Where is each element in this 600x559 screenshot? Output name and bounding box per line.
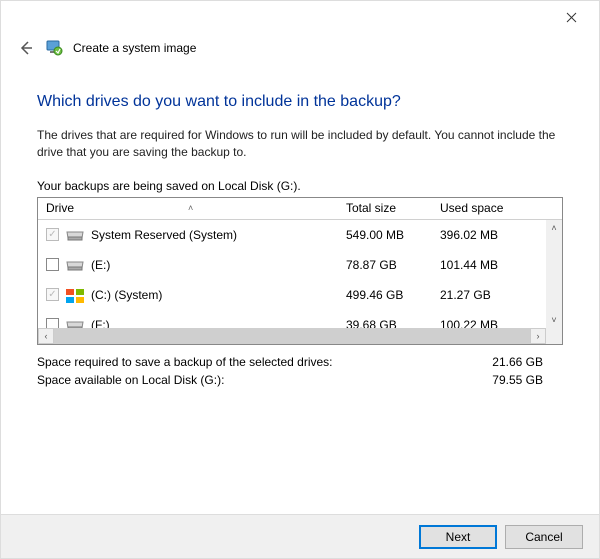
- horizontal-scrollbar[interactable]: ‹ ›: [38, 328, 546, 344]
- table-row[interactable]: (F:)39.68 GB100.22 MB: [38, 310, 562, 329]
- back-button[interactable]: [17, 39, 35, 57]
- description: The drives that are required for Windows…: [37, 127, 563, 161]
- drive-name: (E:): [91, 258, 110, 272]
- scroll-left-icon[interactable]: ‹: [38, 328, 54, 344]
- back-arrow-icon: [18, 40, 34, 56]
- cell-total: 499.46 GB: [346, 288, 440, 302]
- summary-available-label: Space available on Local Disk (G:):: [37, 373, 224, 387]
- cell-total: 78.87 GB: [346, 258, 440, 272]
- drive-name: (C:) (System): [91, 288, 162, 302]
- col-header-drive-label: Drive: [46, 201, 74, 215]
- hard-drive-icon: [65, 228, 85, 242]
- summary-available-value: 79.55 GB: [492, 373, 543, 387]
- cell-drive: (E:): [38, 258, 346, 272]
- titlebar: [1, 1, 599, 31]
- table-row[interactable]: (E:) 78.87 GB101.44 MB: [38, 250, 562, 280]
- cell-drive: ✓ (C:) (System): [38, 288, 346, 302]
- summary-required-label: Space required to save a backup of the s…: [37, 355, 333, 369]
- summary-available-row: Space available on Local Disk (G:): 79.5…: [37, 373, 563, 387]
- hard-drive-icon: [65, 258, 85, 272]
- drive-checkbox[interactable]: [46, 258, 59, 271]
- cell-used: 101.44 MB: [440, 258, 536, 272]
- table-header[interactable]: Drive ˄ Total size Used space: [38, 198, 562, 220]
- header-row: Create a system image: [1, 31, 599, 63]
- cancel-button[interactable]: Cancel: [505, 525, 583, 549]
- content-area: Which drives do you want to include in t…: [1, 63, 599, 387]
- summary: Space required to save a backup of the s…: [37, 355, 563, 387]
- app-icon: [45, 39, 63, 57]
- sort-indicator-icon: ˄: [188, 203, 193, 213]
- page-title: Create a system image: [73, 41, 196, 55]
- col-header-total[interactable]: Total size: [346, 201, 440, 215]
- summary-required-value: 21.66 GB: [492, 355, 543, 369]
- scroll-down-icon[interactable]: ˅: [546, 312, 562, 328]
- close-button[interactable]: [551, 5, 591, 29]
- scroll-corner: [546, 328, 562, 344]
- col-header-used[interactable]: Used space: [440, 201, 536, 215]
- drive-table: Drive ˄ Total size Used space ✓ System Re…: [37, 197, 563, 345]
- drive-checkbox: ✓: [46, 228, 59, 241]
- cell-used: 21.27 GB: [440, 288, 536, 302]
- windows-drive-icon: [65, 288, 85, 302]
- table-row[interactable]: ✓ (C:) (System) 499.46 GB21.27 GB: [38, 280, 562, 310]
- scroll-right-icon[interactable]: ›: [530, 328, 546, 344]
- saved-on-label: Your backups are being saved on Local Di…: [37, 179, 563, 193]
- cell-total: 549.00 MB: [346, 228, 440, 242]
- vertical-scrollbar[interactable]: ˄ ˅: [546, 220, 562, 328]
- cell-drive: ✓ System Reserved (System): [38, 228, 346, 242]
- heading: Which drives do you want to include in t…: [37, 93, 563, 111]
- next-button[interactable]: Next: [419, 525, 497, 549]
- cell-used: 396.02 MB: [440, 228, 536, 242]
- summary-required-row: Space required to save a backup of the s…: [37, 355, 563, 369]
- scroll-thumb[interactable]: [54, 328, 530, 344]
- table-rows: ✓ System Reserved (System) 549.00 MB396.02…: [38, 220, 562, 329]
- drive-name: System Reserved (System): [91, 228, 237, 242]
- footer: Next Cancel: [1, 514, 599, 558]
- scroll-up-icon[interactable]: ˄: [546, 220, 562, 236]
- table-row[interactable]: ✓ System Reserved (System) 549.00 MB396.02…: [38, 220, 562, 250]
- drive-checkbox: ✓: [46, 288, 59, 301]
- scroll-track[interactable]: [54, 328, 530, 344]
- next-button-label: Next: [446, 530, 471, 544]
- close-icon: [566, 12, 577, 23]
- col-header-drive[interactable]: Drive ˄: [38, 201, 346, 215]
